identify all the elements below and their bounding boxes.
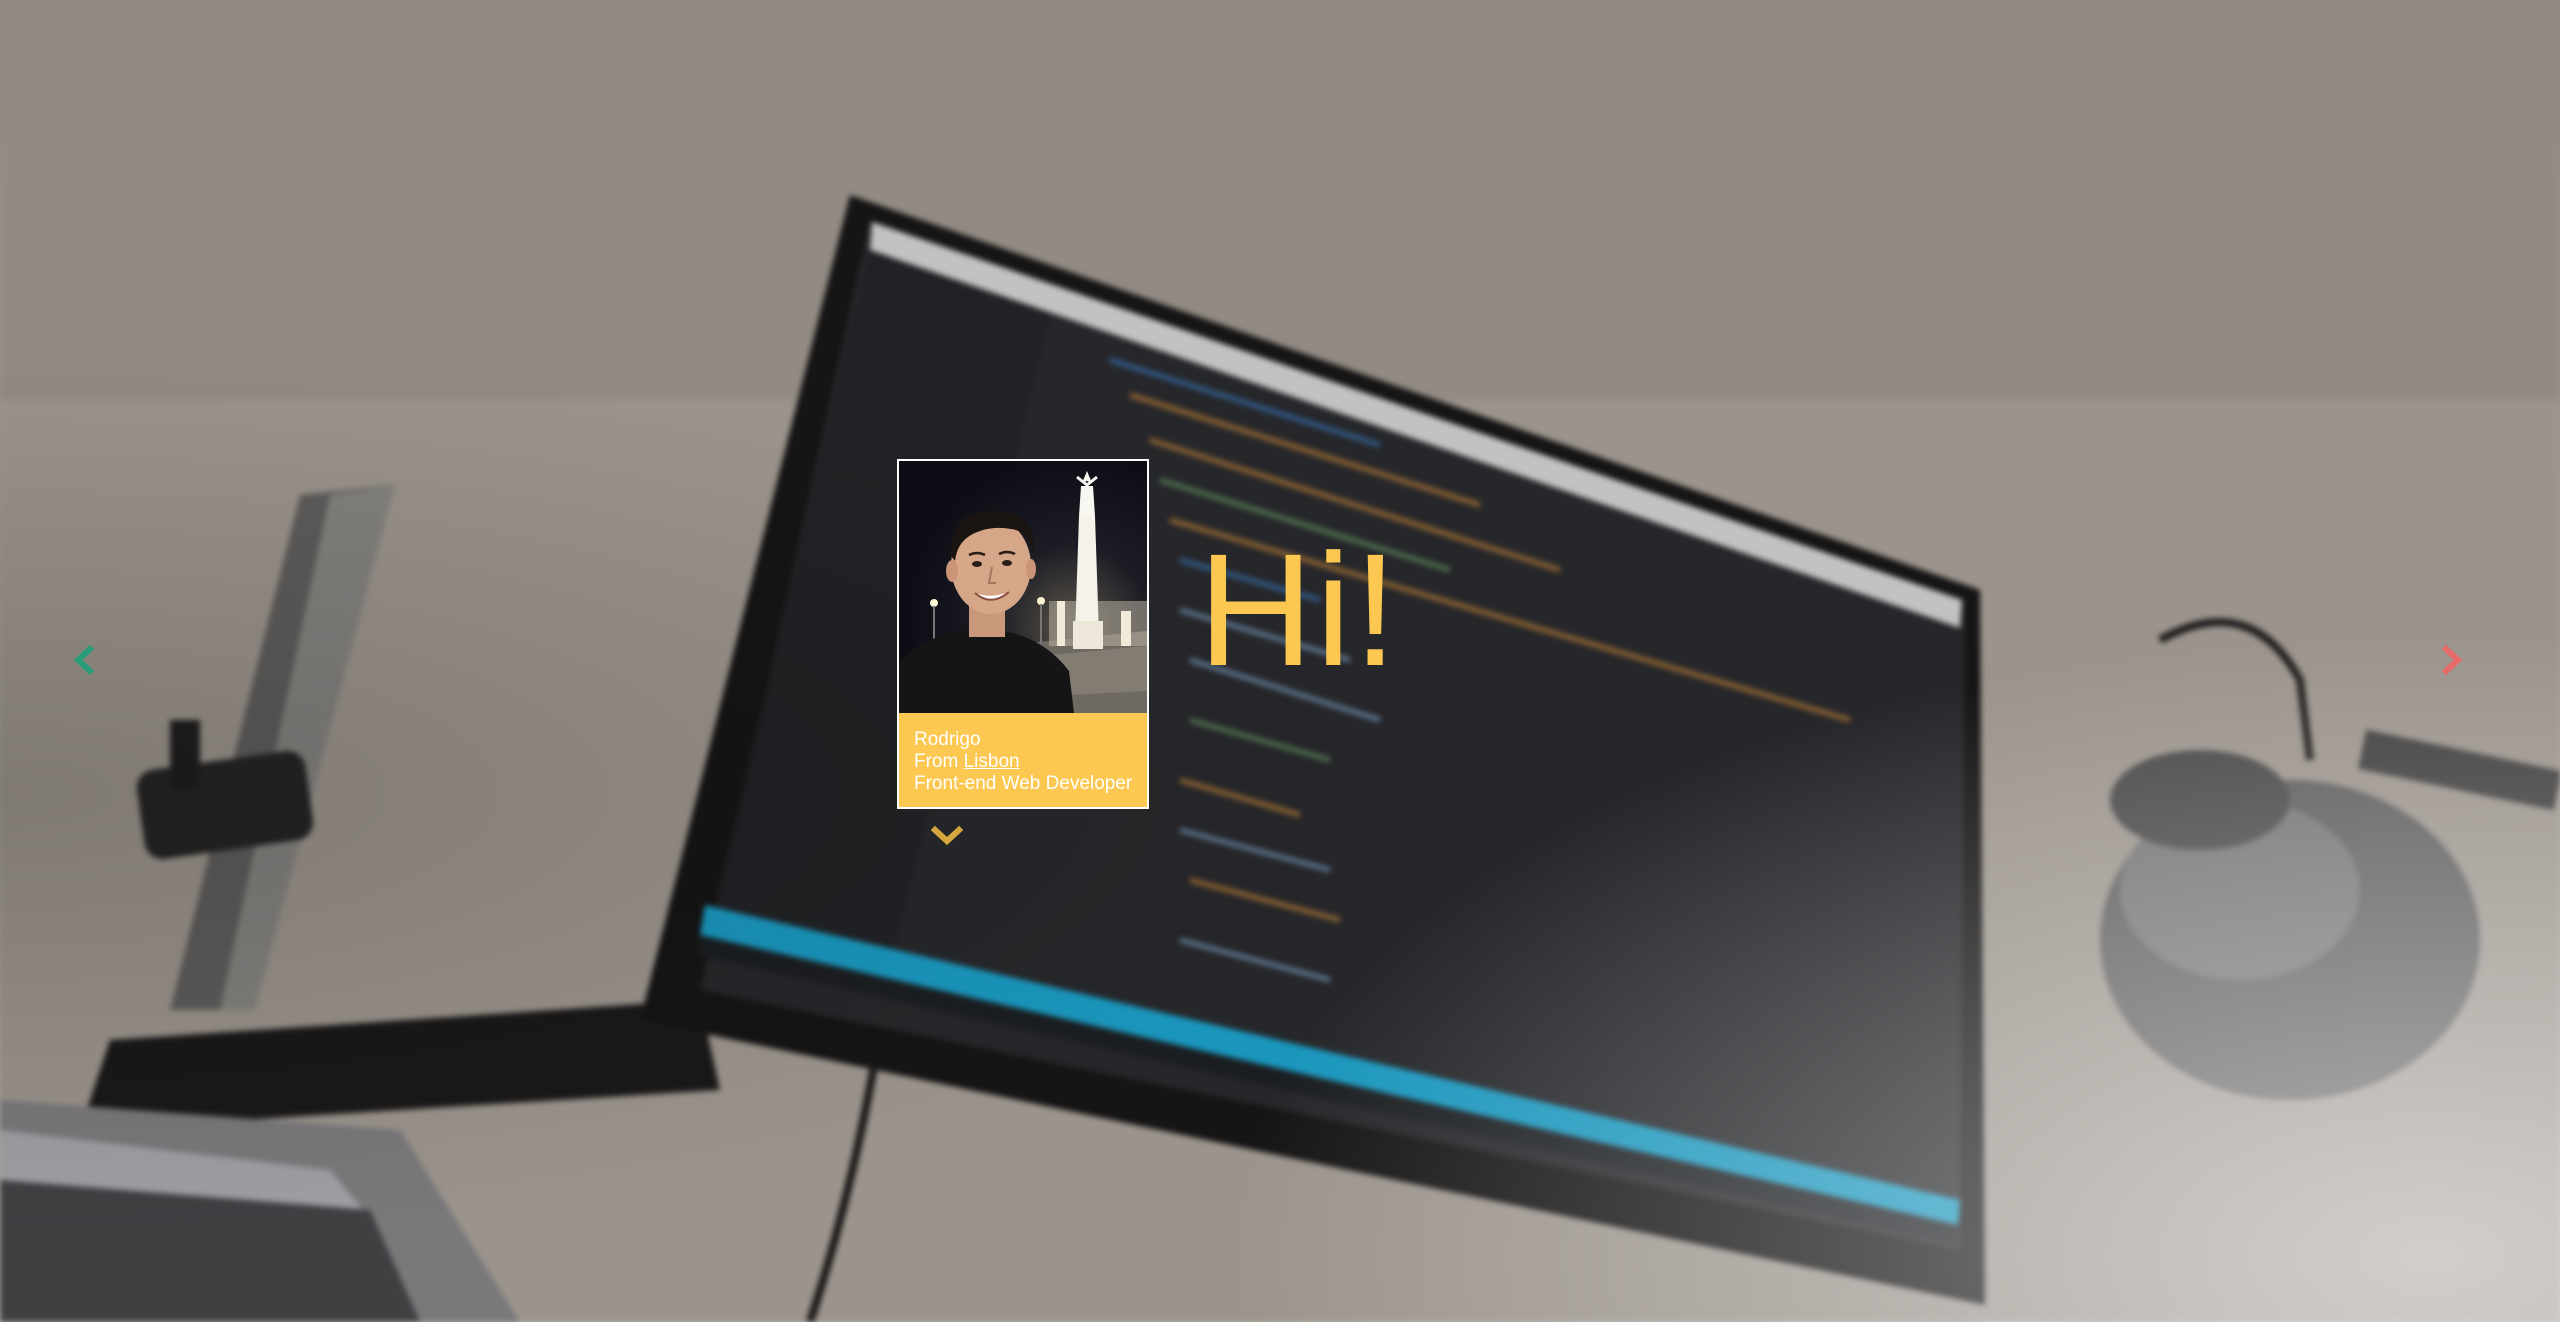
profile-photo [899, 461, 1147, 713]
chevron-right-icon [2441, 644, 2463, 676]
profile-card: Rodrigo From Lisbon Front-end Web Develo… [897, 459, 1149, 809]
profile-role: Front-end Web Developer [914, 773, 1133, 794]
hero-section: Rodrigo From Lisbon Front-end Web Develo… [0, 0, 2560, 1322]
next-slide-button[interactable] [2432, 640, 2472, 680]
chevron-down-icon [930, 825, 964, 846]
chevron-left-icon [73, 644, 95, 676]
prev-slide-button[interactable] [64, 640, 104, 680]
city-link[interactable]: Lisbon [964, 751, 1020, 772]
profile-from-label: From [914, 751, 964, 772]
profile-location: From Lisbon [914, 751, 1147, 773]
profile-name: Rodrigo [914, 729, 981, 750]
profile-info: Rodrigo From Lisbon Front-end Web Develo… [899, 713, 1147, 807]
scroll-down-button[interactable] [929, 823, 965, 849]
greeting-heading: Hi! [1198, 520, 1400, 699]
